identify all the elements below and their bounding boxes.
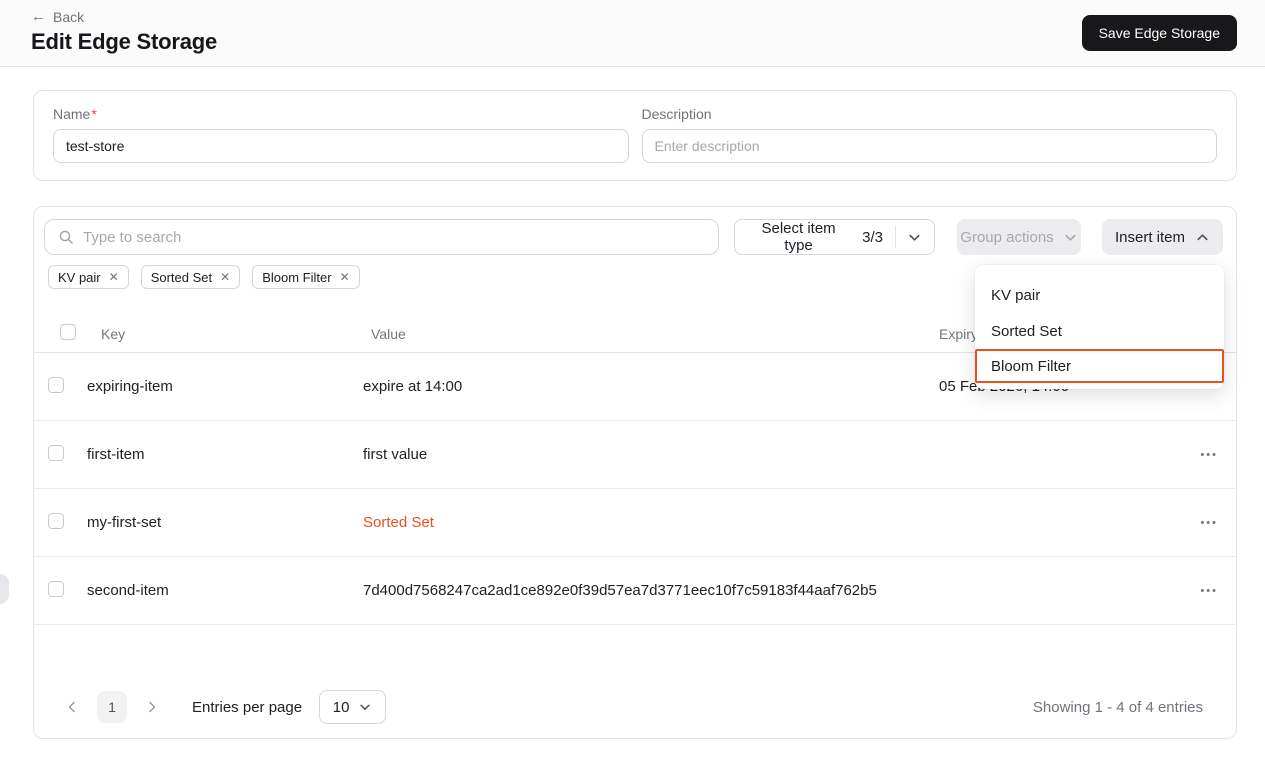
group-actions-dropdown: Group actions bbox=[957, 219, 1081, 255]
select-item-type-label: Select item type bbox=[761, 220, 836, 254]
group-actions-label: Group actions bbox=[960, 228, 1054, 246]
entries-summary: Showing 1 - 4 of 4 entries bbox=[1032, 698, 1203, 716]
cell-key: first-item bbox=[87, 446, 145, 463]
divider bbox=[895, 226, 896, 248]
back-label: Back bbox=[53, 8, 85, 25]
next-page-icon[interactable] bbox=[144, 699, 160, 715]
cell-value: expire at 14:00 bbox=[363, 378, 463, 395]
row-checkbox[interactable] bbox=[48, 512, 64, 529]
name-field-group: Name* bbox=[53, 106, 629, 163]
entries-per-page-label: Entries per page bbox=[192, 698, 303, 716]
table-row: my-first-set Sorted Set ••• bbox=[34, 489, 1236, 557]
cell-key: my-first-set bbox=[87, 514, 162, 531]
row-checkbox[interactable] bbox=[48, 580, 64, 597]
table-row: second-item 7d400d7568247ca2ad1ce892e0f3… bbox=[34, 557, 1236, 625]
search-box bbox=[44, 219, 719, 255]
items-toolbar: Select item type 3/3 Group actions Inser… bbox=[34, 207, 1236, 255]
search-icon bbox=[59, 230, 73, 244]
cell-value: 7d400d7568247ca2ad1ce892e0f39d57ea7d3771… bbox=[363, 582, 877, 599]
page-number-button[interactable]: 1 bbox=[97, 691, 127, 723]
remove-filter-icon[interactable]: ✕ bbox=[220, 271, 230, 283]
filter-chip-bloom-filter[interactable]: Bloom Filter ✕ bbox=[252, 265, 360, 289]
chip-label: Bloom Filter bbox=[262, 269, 332, 285]
cell-key: second-item bbox=[87, 582, 169, 599]
required-marker: * bbox=[91, 106, 97, 122]
previous-page-icon[interactable] bbox=[64, 699, 80, 715]
page-title: Edit Edge Storage bbox=[31, 29, 218, 54]
column-header-value: Value bbox=[371, 325, 406, 342]
menu-item-bloom-filter[interactable]: Bloom Filter bbox=[975, 349, 1224, 383]
row-actions-menu-icon[interactable]: ••• bbox=[1166, 517, 1236, 529]
save-edge-storage-button[interactable]: Save Edge Storage bbox=[1081, 15, 1237, 51]
chip-label: Sorted Set bbox=[150, 269, 213, 285]
remove-filter-icon[interactable]: ✕ bbox=[109, 271, 119, 283]
description-input[interactable] bbox=[641, 129, 1217, 163]
search-input[interactable] bbox=[83, 228, 705, 246]
cell-value: first value bbox=[363, 446, 428, 463]
entries-per-page-value: 10 bbox=[332, 698, 350, 716]
insert-item-label: Insert item bbox=[1114, 228, 1186, 246]
name-input[interactable] bbox=[53, 129, 629, 163]
row-checkbox[interactable] bbox=[48, 376, 64, 393]
column-header-key: Key bbox=[101, 325, 126, 342]
chevron-down-icon bbox=[358, 700, 372, 714]
chevron-up-icon bbox=[1195, 230, 1210, 245]
chevron-down-icon bbox=[1063, 230, 1078, 245]
row-actions-menu-icon[interactable]: ••• bbox=[1166, 585, 1236, 597]
page-header: ← Back Edit Edge Storage Save Edge Stora… bbox=[0, 0, 1265, 67]
table-row: first-item first value ••• bbox=[34, 421, 1236, 489]
chip-label: KV pair bbox=[58, 269, 101, 285]
remove-filter-icon[interactable]: ✕ bbox=[340, 271, 350, 283]
back-link[interactable]: ← Back bbox=[31, 8, 84, 25]
name-label: Name* bbox=[53, 106, 97, 122]
row-checkbox[interactable] bbox=[48, 444, 64, 461]
back-arrow-icon: ← bbox=[31, 8, 46, 25]
description-field-group: Description bbox=[641, 106, 1217, 163]
left-edge-scroll-handle[interactable] bbox=[0, 574, 9, 604]
chevron-down-icon bbox=[907, 230, 922, 245]
entries-per-page-select[interactable]: 10 bbox=[319, 690, 387, 724]
edit-edge-storage-page: ← Back Edit Edge Storage Save Edge Stora… bbox=[0, 0, 1265, 777]
cell-value: Sorted Set bbox=[363, 514, 434, 531]
table-footer: 1 Entries per page 10 Showing 1 - 4 of 4… bbox=[34, 689, 1236, 725]
row-actions-menu-icon[interactable]: ••• bbox=[1166, 449, 1236, 461]
cell-key: expiring-item bbox=[87, 378, 173, 395]
description-label: Description bbox=[641, 106, 712, 122]
insert-item-dropdown[interactable]: Insert item bbox=[1102, 219, 1223, 255]
menu-item-kv-pair[interactable]: KV pair bbox=[975, 277, 1224, 313]
select-item-type-dropdown[interactable]: Select item type 3/3 bbox=[734, 219, 935, 255]
select-all-checkbox[interactable] bbox=[60, 324, 76, 340]
select-item-type-count: 3/3 bbox=[862, 228, 884, 246]
insert-item-menu: KV pair Sorted Set Bloom Filter bbox=[975, 265, 1224, 389]
menu-item-sorted-set[interactable]: Sorted Set bbox=[975, 313, 1224, 349]
filter-chip-kv-pair[interactable]: KV pair ✕ bbox=[48, 265, 129, 289]
filter-chip-sorted-set[interactable]: Sorted Set ✕ bbox=[140, 265, 241, 289]
store-details-card: Name* Description bbox=[33, 90, 1237, 181]
